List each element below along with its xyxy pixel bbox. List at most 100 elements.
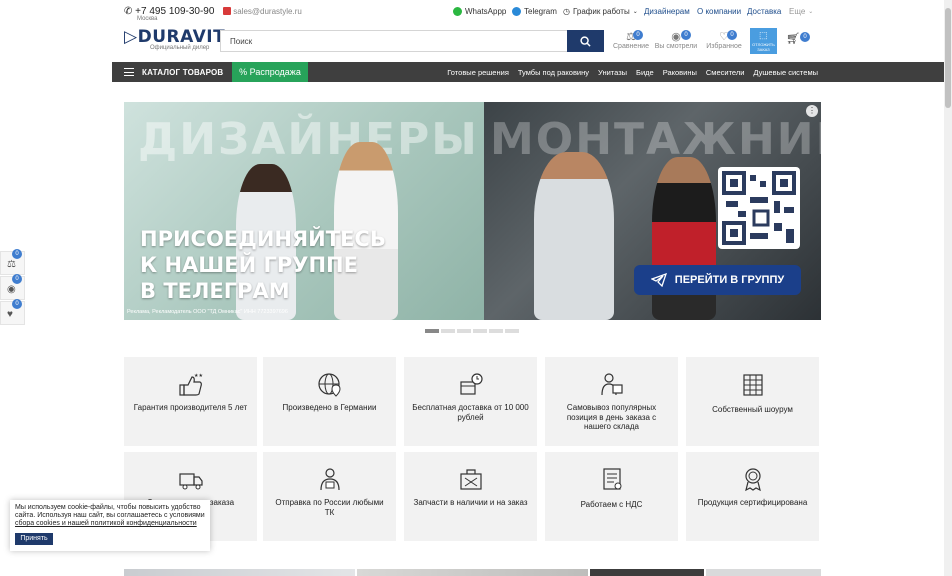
search-icon [580,35,591,47]
eye-icon: ◉ [7,284,16,295]
globe-pin-icon [317,373,341,397]
slider-dot[interactable] [425,329,439,333]
nav-link-shower-systems[interactable]: Душевые системы [753,68,818,77]
slider-dot[interactable] [505,329,519,333]
hero-banner[interactable]: ДИЗАЙНЕРЫ МОНТАЖНИКИ ПРИСОЕДИНЯЙТЕСЬ К Н… [124,102,821,320]
category-image[interactable] [357,569,588,576]
category-image[interactable] [706,569,821,576]
search-input[interactable] [221,31,567,51]
cart-icon: 🛒︎ [786,33,800,45]
heart-icon: ♡ [719,31,729,43]
scrollbar-thumb[interactable] [945,8,951,108]
search-button[interactable] [567,30,604,52]
scales-icon: ⚖ [7,259,16,270]
viewed-badge: 0 [681,30,691,40]
side-viewed-button[interactable]: ◉ 0 [0,274,25,300]
truck-icon [178,473,203,490]
qr-code[interactable] [718,167,800,249]
nav-link-toilets[interactable]: Унитазы [598,68,627,77]
telegram-plane-icon [650,273,667,287]
slider-dot[interactable] [457,329,471,333]
designers-link[interactable]: Дизайнерам [644,7,690,16]
award-icon [744,468,761,492]
top-bar: ✆ +7 495 109-30-90 Москва sales@durastyl… [0,0,944,24]
nav-links: Готовые решения Тумбы под раковину Унита… [447,62,818,82]
slider-dots [425,329,519,333]
phone-city: Москва [137,16,158,22]
more-dropdown[interactable]: Еще ⌄ [789,7,813,16]
hamburger-icon [124,68,134,76]
feature-certified: Продукция сертифицирована [686,452,819,541]
person-worker-white-image [534,152,614,320]
cookie-accept-button[interactable]: Принять [15,533,53,545]
nav-link-ready-solutions[interactable]: Готовые решения [447,68,509,77]
building-icon [742,374,763,396]
telegram-link[interactable]: Telegram [512,7,557,16]
cookie-policy-link[interactable]: сбора cookies и нашей политикой конфиден… [15,520,197,527]
thumbs-up-stars-icon: ★★ [178,373,203,396]
clock-icon: ◷ [563,7,570,16]
nav-link-faucets[interactable]: Смесители [706,68,745,77]
worker-box-icon [600,373,623,396]
feature-russia-shipping: Отправка по России любыми ТК [263,452,396,541]
join-group-button[interactable]: ПЕРЕЙТИ В ГРУППУ [634,265,801,295]
telegram-icon [512,7,521,16]
document-icon [602,468,621,490]
more-options-icon[interactable]: ⋮ [806,105,818,117]
logo[interactable]: ▷DURAVIT [124,27,225,47]
slider-dot[interactable] [489,329,503,333]
banner-word-installers: МОНТАЖНИКИ [490,114,821,165]
nav-link-basins[interactable]: Раковины [663,68,697,77]
defer-order-button[interactable]: ⬚ ОТЛОЖИТЬ ЗАКАЗ [750,28,777,54]
banner-word-designers: ДИЗАЙНЕРЫ [138,114,479,165]
favorites-button[interactable]: ♡ 0 Избранное [702,30,746,50]
eye-icon: ◉ [671,31,681,43]
chevron-down-icon: ⌄ [632,9,638,15]
box-icon: ⬚ [759,30,768,40]
feature-free-delivery: Бесплатная доставка от 10 000 рублей [404,357,537,446]
person-worker-red-image [652,157,716,320]
sale-link[interactable]: % Распродажа [232,62,308,82]
feature-vat: Работаем с НДС [545,452,678,541]
toolbox-icon [459,469,482,490]
nav-link-vanity-units[interactable]: Тумбы под раковину [518,68,589,77]
cookie-banner: Мы используем cookie-файлы, чтобы повыси… [10,500,210,551]
duravit-d-icon: ▷ [124,27,138,47]
side-compare-button[interactable]: ⚖ 0 [0,249,25,275]
feature-spare-parts: Запчасти в наличии и на заказ [404,452,537,541]
nav-link-bidets[interactable]: Биде [636,68,654,77]
feature-showroom: Собственный шоурум [686,357,819,446]
feature-made-in-germany: Произведено в Германии [263,357,396,446]
category-image[interactable] [590,569,704,576]
heart-icon: ♥ [7,309,13,320]
whatsapp-link[interactable]: WhatsAppp [453,7,506,16]
compare-badge: 0 [633,30,643,40]
viewed-button[interactable]: ◉ 0 Вы смотрели [654,30,698,50]
cart-button[interactable]: 🛒︎ 0 [786,32,810,45]
logo-subtitle: Официальный дилер [150,45,210,51]
favorites-badge: 0 [727,30,737,40]
qr-code-icon [722,171,796,245]
box-clock-icon [459,373,483,395]
slider-dot[interactable] [473,329,487,333]
scales-icon: ⚖ [626,31,636,43]
catalog-menu-button[interactable]: КАТАЛОГ ТОВАРОВ [124,62,223,82]
phone-icon: ✆ [124,6,133,17]
compare-button[interactable]: ⚖ 0 Сравнение [609,30,653,50]
about-link[interactable]: О компании [697,7,741,16]
email-link[interactable]: sales@durastyle.ru [223,7,302,16]
delivery-link[interactable]: Доставка [747,7,781,16]
whatsapp-icon [453,7,462,16]
courier-icon [319,468,340,491]
category-image[interactable] [124,569,355,576]
schedule-dropdown[interactable]: ◷ График работы ⌄ [563,7,638,16]
chevron-down-icon: ⌄ [808,9,814,15]
banner-headline: ПРИСОЕДИНЯЙТЕСЬ К НАШЕЙ ГРУППЕ В ТЕЛЕГРА… [140,227,386,303]
cart-badge: 0 [800,32,810,42]
feature-warranty: ★★ Гарантия производителя 5 лет [124,357,257,446]
mail-icon [223,7,231,15]
side-favorites-button[interactable]: ♥ 0 [0,299,25,325]
banner-legal-text: Реклама, Рекламодатель ООО "ТД Омникас" … [127,309,288,315]
svg-text:★★: ★★ [194,373,203,379]
slider-dot[interactable] [441,329,455,333]
